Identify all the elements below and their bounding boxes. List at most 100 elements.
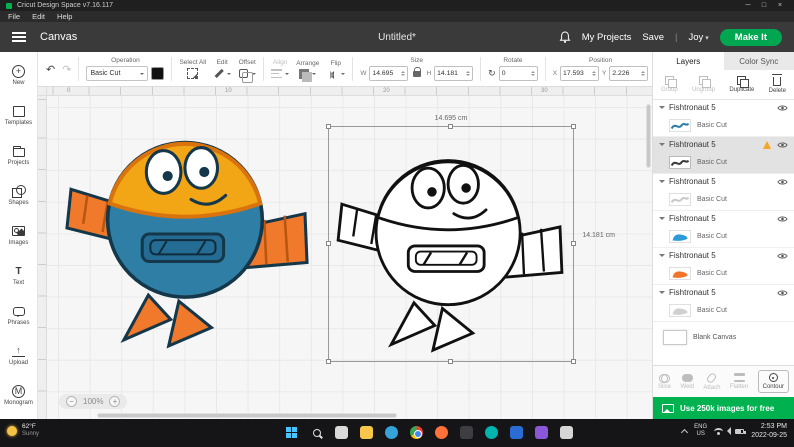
chevron-down-icon[interactable] <box>659 217 665 223</box>
taskbar-icon-chrome[interactable] <box>408 424 425 441</box>
document-title[interactable]: Untitled* <box>378 32 416 43</box>
canvas-viewport[interactable]: 14.695 cm 14.181 cm − 100% + <box>47 96 652 419</box>
user-menu[interactable]: Joy ▾ <box>688 32 708 43</box>
rotate-stepper[interactable] <box>530 69 535 78</box>
taskbar-icon-app-10[interactable] <box>508 424 525 441</box>
taskbar-icon-app-11[interactable] <box>533 424 550 441</box>
blank-canvas-row[interactable]: Blank Canvas <box>653 325 794 349</box>
resize-handle[interactable] <box>326 359 331 364</box>
canvas-object-fishtronaut-colored[interactable] <box>58 114 316 350</box>
layer-sublayer[interactable]: Basic Cut <box>653 226 794 247</box>
align-dropdown[interactable]: Align <box>271 59 290 79</box>
chevron-down-icon[interactable] <box>659 106 665 112</box>
arrange-dropdown[interactable]: Arrange <box>296 60 319 82</box>
sidebar-item-projects[interactable]: Projects <box>0 135 37 175</box>
contour-button[interactable]: Contour <box>757 370 789 393</box>
rotate-input[interactable]: 0 <box>498 66 538 81</box>
canvas-horizontal-scrollbar[interactable] <box>49 413 642 418</box>
position-x-stepper[interactable] <box>592 69 597 78</box>
taskbar-icon-search[interactable] <box>308 424 325 441</box>
layer-group[interactable]: Fishtronaut 5 Basic Cut <box>653 211 794 248</box>
delete-button[interactable]: Delete <box>769 74 786 94</box>
position-y-input[interactable]: 2.226 <box>609 66 649 81</box>
group-button[interactable]: Group <box>661 76 678 93</box>
sidebar-item-upload[interactable]: ↑ Upload <box>0 335 37 375</box>
taskbar-icon-task-view[interactable] <box>333 424 350 441</box>
layer-group[interactable]: Fishtronaut 5 Basic Cut <box>653 174 794 211</box>
language-switcher[interactable]: ENG US <box>694 424 707 438</box>
taskbar-icon-file-explorer[interactable] <box>358 424 375 441</box>
aspect-lock-icon[interactable] <box>413 66 422 77</box>
taskbar-icon-firefox[interactable] <box>433 424 450 441</box>
taskbar-icon-edge[interactable] <box>383 424 400 441</box>
sidebar-item-shapes[interactable]: Shapes <box>0 175 37 215</box>
sidebar-item-templates[interactable]: Templates <box>0 95 37 135</box>
visibility-eye-icon[interactable] <box>777 252 788 260</box>
taskbar-icon-app-9[interactable] <box>483 424 500 441</box>
tray-expand-icon[interactable] <box>681 428 689 436</box>
selection-bounding-box[interactable]: 14.695 cm 14.181 cm <box>326 115 615 364</box>
minimize-button[interactable]: ─ <box>740 2 756 9</box>
sidebar-item-text[interactable]: T Text <box>0 255 37 295</box>
layer-group[interactable]: Fishtronaut 5 Basic Cut <box>653 285 794 322</box>
notifications-bell-icon[interactable] <box>559 30 571 44</box>
sidebar-item-phrases[interactable]: Phrases <box>0 295 37 335</box>
resize-handle[interactable] <box>326 124 331 129</box>
menu-edit[interactable]: Edit <box>32 12 45 21</box>
slice-button[interactable]: Slice <box>658 373 671 390</box>
operation-dropdown[interactable]: Basic Cut <box>86 66 149 81</box>
position-x-input[interactable]: 17.593 <box>560 66 600 81</box>
resize-handle[interactable] <box>448 124 453 129</box>
visibility-eye-icon[interactable] <box>777 289 788 297</box>
resize-handle[interactable] <box>448 359 453 364</box>
hamburger-menu-icon[interactable] <box>12 32 26 42</box>
chevron-down-icon[interactable] <box>659 143 665 149</box>
attach-button[interactable]: Attach <box>703 371 720 391</box>
width-input[interactable]: 14.695 <box>369 66 409 81</box>
visibility-eye-icon[interactable] <box>777 141 788 149</box>
select-all-button[interactable]: Select All <box>179 59 206 79</box>
resize-handle[interactable] <box>571 124 576 129</box>
images-promo-banner[interactable]: Use 250k images for free <box>653 397 794 419</box>
taskbar-icon-app-8[interactable] <box>458 424 475 441</box>
sidebar-item-new[interactable]: + New <box>0 55 37 95</box>
chevron-down-icon[interactable] <box>659 254 665 260</box>
maximize-button[interactable]: □ <box>756 2 772 9</box>
chevron-down-icon[interactable] <box>659 180 665 186</box>
flip-dropdown[interactable]: Flip <box>326 60 346 79</box>
tray-status-icons[interactable] <box>714 427 746 435</box>
resize-handle[interactable] <box>571 359 576 364</box>
flatten-button[interactable]: Flatten <box>730 373 748 390</box>
save-link[interactable]: Save <box>642 32 664 43</box>
menu-help[interactable]: Help <box>57 12 72 21</box>
tab-color-sync[interactable]: Color Sync <box>724 52 794 70</box>
sidebar-item-images[interactable]: Images <box>0 215 37 255</box>
visibility-eye-icon[interactable] <box>777 215 788 223</box>
my-projects-link[interactable]: My Projects <box>582 32 632 43</box>
fill-color-swatch[interactable] <box>151 67 165 80</box>
layer-sublayer[interactable]: Basic Cut <box>653 115 794 136</box>
offset-button[interactable]: Offset <box>238 59 257 83</box>
resize-handle[interactable] <box>571 241 576 246</box>
position-y-stepper[interactable] <box>641 69 646 78</box>
visibility-eye-icon[interactable] <box>777 178 788 186</box>
redo-button[interactable]: ↷ <box>62 63 71 76</box>
layer-sublayer[interactable]: Basic Cut <box>653 263 794 284</box>
close-button[interactable]: × <box>772 2 788 9</box>
menu-file[interactable]: File <box>8 12 20 21</box>
layer-group[interactable]: Fishtronaut 5 Basic Cut <box>653 248 794 285</box>
clock[interactable]: 2:53 PM 2022-09-25 <box>751 422 787 440</box>
make-it-button[interactable]: Make It <box>719 28 782 46</box>
taskbar-weather-widget[interactable]: 62°F Sunny <box>7 423 39 438</box>
zoom-in-button[interactable]: + <box>109 396 121 407</box>
zoom-out-button[interactable]: − <box>66 396 77 407</box>
height-stepper[interactable] <box>466 69 471 78</box>
layer-sublayer[interactable]: Basic Cut <box>653 189 794 210</box>
canvas-area[interactable]: 0 10 20 30 14.695 cm 14.181 cm − 100% + <box>38 87 652 419</box>
edit-dropdown[interactable]: Edit <box>213 59 232 79</box>
undo-button[interactable]: ↶ <box>46 63 55 76</box>
layer-group-selected[interactable]: Fishtronaut 5 Basic Cut <box>653 137 794 174</box>
taskbar-icon-start[interactable] <box>283 424 300 441</box>
canvas-vertical-scrollbar[interactable] <box>646 98 651 409</box>
tab-layers[interactable]: Layers <box>653 52 724 70</box>
